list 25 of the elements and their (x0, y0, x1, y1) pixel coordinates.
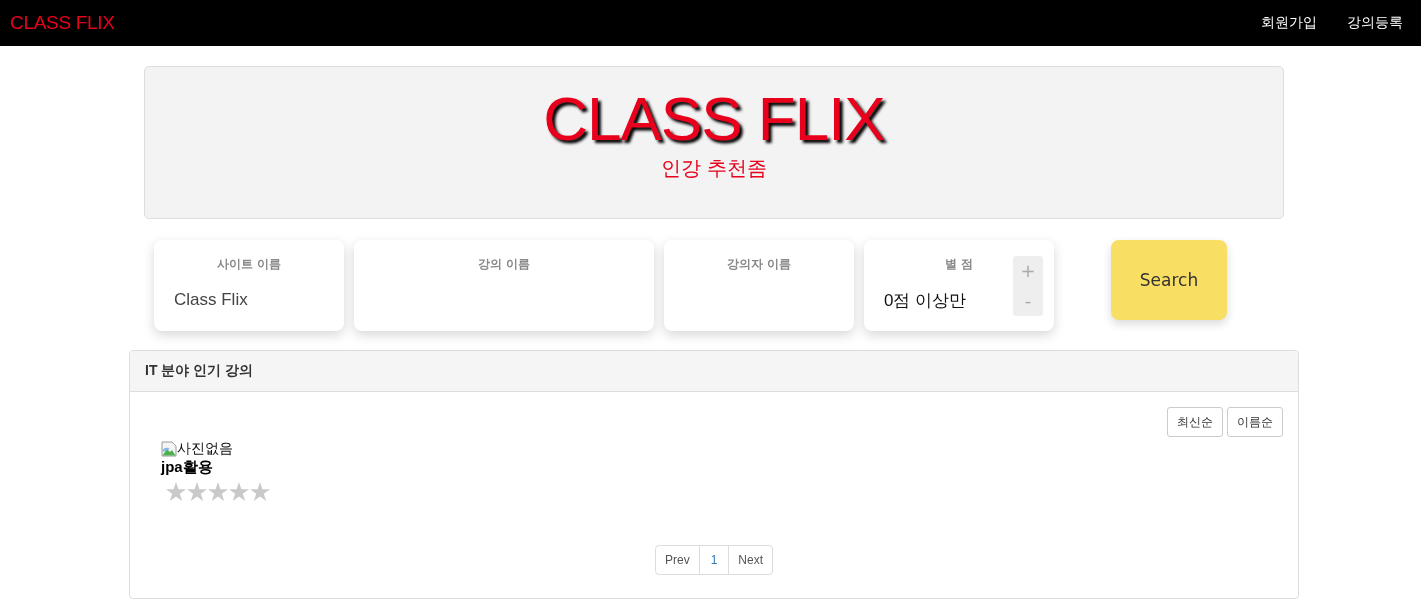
star-icon (187, 482, 207, 501)
image-alt-text: 사진없음 (177, 440, 233, 457)
sort-button[interactable]: 최신순 (1167, 407, 1223, 437)
field-label: 강의 이름 (478, 256, 530, 272)
nav-link[interactable]: 회원가입 (1261, 14, 1317, 32)
star-icon (166, 482, 186, 501)
course-title[interactable]: jpa활용 (161, 457, 213, 476)
star-icon (250, 482, 270, 501)
star-icon (229, 482, 249, 501)
brand-link[interactable]: CLASS FLIX (10, 12, 115, 34)
field-label: 별 점 (945, 256, 973, 272)
input-field[interactable]: 0점 이상만 (884, 288, 1013, 312)
hero-subtitle: 인강 추천좀 (661, 156, 767, 180)
panel-title: IT 분야 인기 강의 (145, 362, 254, 380)
hero-title: CLASS FLIX (543, 85, 885, 153)
star-icon (208, 482, 228, 501)
input-field[interactable]: Class Flix (174, 288, 303, 312)
image-icon (161, 440, 177, 457)
sort-button[interactable]: 이름순 (1227, 407, 1283, 437)
next-button[interactable]: Next (728, 545, 774, 575)
field-label: 사이트 이름 (217, 256, 281, 272)
prev-button[interactable]: Prev (654, 545, 700, 575)
nav-link[interactable]: 강의등록 (1347, 14, 1403, 32)
field-label: 강의자 이름 (727, 256, 791, 272)
search-button[interactable]: Search (1111, 240, 1227, 320)
